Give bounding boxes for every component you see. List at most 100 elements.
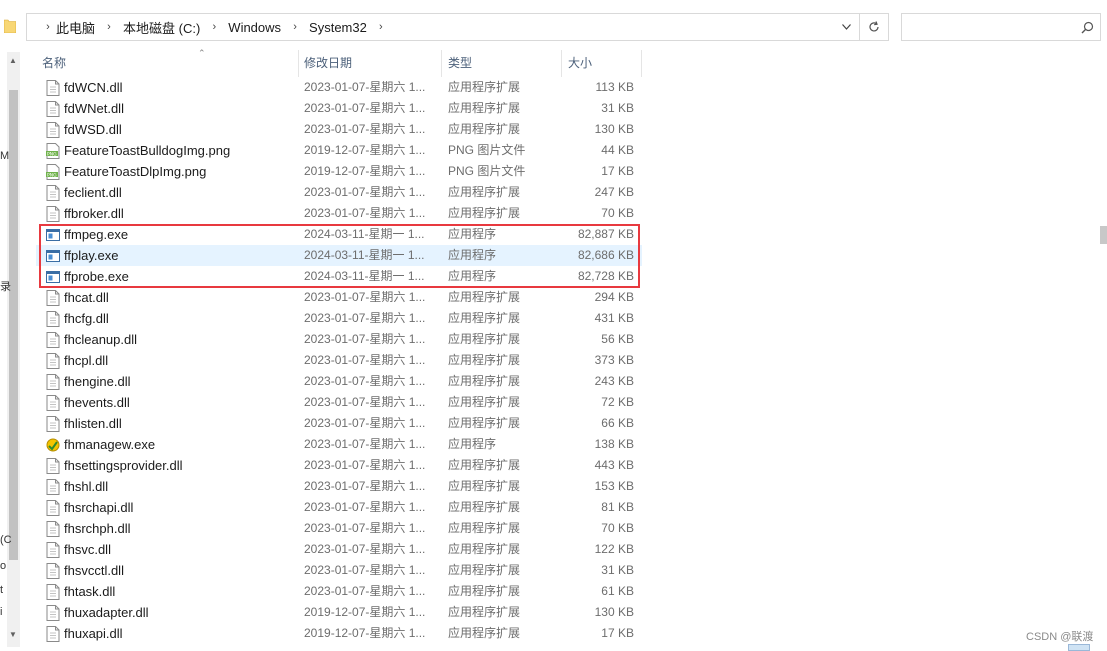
file-date: 2023-01-07-星期六 1... [304, 542, 426, 556]
file-size: 130 KB [594, 122, 634, 136]
file-row[interactable]: fhuxadapter.dll 2019-12-07-星期六 1... 应用程序扩展… [36, 602, 642, 623]
file-date: 2023-01-07-星期六 1... [304, 101, 426, 115]
file-row[interactable]: fhmanagew.exe 2023-01-07-星期六 1... 应用程序 138 … [36, 434, 642, 455]
file-row[interactable]: feclient.dll 2023-01-07-星期六 1... 应用程序扩展 247… [36, 182, 642, 203]
chevron-right-icon[interactable]: › [96, 21, 122, 33]
file-date: 2023-01-07-星期六 1... [304, 395, 426, 409]
nav-item-fragment[interactable]: o [0, 560, 6, 572]
chevron-right-icon[interactable]: › [282, 21, 308, 33]
file-date: 2023-01-07-星期六 1... [304, 416, 426, 430]
chevron-right-icon[interactable]: › [41, 21, 55, 33]
file-size: 243 KB [594, 374, 634, 388]
file-row[interactable]: fhsvcctl.dll 2023-01-07-星期六 1... 应用程序扩展 31 … [36, 560, 642, 581]
file-type: 应用程序扩展 [448, 416, 521, 430]
file-row[interactable]: PNG FeatureToastBulldogImg.png 2019-12-07-… [36, 140, 642, 161]
scroll-down-arrow-icon[interactable]: ▼ [9, 630, 17, 639]
file-row[interactable]: fhcleanup.dll 2023-01-07-星期六 1... 应用程序扩展 56… [36, 329, 642, 350]
file-date: 2019-12-07-星期六 1... [304, 626, 426, 640]
file-row[interactable]: fhsvc.dll 2023-01-07-星期六 1... 应用程序扩展 122 KB [36, 539, 642, 560]
file-row[interactable]: PNG FeatureToastDlpImg.png 2019-12-07-星期六 … [36, 161, 642, 182]
file-name: fhmanagew.exe [64, 437, 156, 452]
address-bar[interactable]: › 此电脑 › 本地磁盘 (C:) › Windows › System32 › [26, 13, 860, 41]
file-icon [46, 563, 60, 579]
nav-item-fragment[interactable]: (C [0, 534, 12, 546]
file-row[interactable]: fhcat.dll 2023-01-07-星期六 1... 应用程序扩展 294 KB [36, 287, 642, 308]
file-row[interactable]: fdWSD.dll 2023-01-07-星期六 1... 应用程序扩展 130 KB [36, 119, 642, 140]
address-history-button[interactable] [833, 14, 859, 40]
file-list-scrollbar-thumb[interactable] [1100, 226, 1107, 244]
search-icon [1081, 21, 1094, 34]
file-row[interactable]: ffbroker.dll 2023-01-07-星期六 1... 应用程序扩展 70 … [36, 203, 642, 224]
file-icon [46, 521, 60, 537]
file-type: 应用程序扩展 [448, 101, 521, 115]
column-divider[interactable] [641, 50, 642, 77]
file-type: 应用程序扩展 [448, 122, 521, 136]
file-row[interactable]: fhsrchph.dll 2023-01-07-星期六 1... 应用程序扩展 70 … [36, 518, 642, 539]
breadcrumb-item[interactable]: 本地磁盘 (C:) [122, 18, 201, 37]
file-row[interactable]: fhshl.dll 2023-01-07-星期六 1... 应用程序扩展 153 KB [36, 476, 642, 497]
png-icon: PNG [46, 143, 60, 159]
file-row[interactable]: fhsettingsprovider.dll 2023-01-07-星期六 1..… [36, 455, 642, 476]
file-row[interactable]: fhsrchapi.dll 2023-01-07-星期六 1... 应用程序扩展 81… [36, 497, 642, 518]
column-divider[interactable] [441, 50, 442, 77]
file-icon [46, 101, 60, 117]
column-header-size[interactable]: 大小 [568, 50, 592, 77]
file-name: fhengine.dll [64, 374, 131, 389]
file-size: 72 KB [601, 395, 634, 409]
file-size: 113 KB [595, 80, 634, 94]
view-toggle-button[interactable] [1068, 644, 1090, 651]
chevron-right-icon[interactable]: › [368, 21, 394, 33]
column-header-date[interactable]: 修改日期 [304, 50, 352, 77]
file-type: 应用程序扩展 [448, 521, 521, 535]
column-header-name[interactable]: 名称 [42, 50, 66, 77]
file-type: 应用程序 [448, 437, 497, 451]
file-date: 2019-12-07-星期六 1... [304, 143, 426, 157]
nav-scrollbar-thumb[interactable] [9, 90, 18, 560]
file-icon [46, 185, 60, 201]
scroll-up-arrow-icon[interactable]: ▲ [9, 56, 17, 65]
column-divider[interactable] [561, 50, 562, 77]
file-icon [46, 332, 60, 348]
file-name: fhcfg.dll [64, 311, 109, 326]
file-date: 2023-01-07-星期六 1... [304, 185, 426, 199]
file-row[interactable]: fhlisten.dll 2023-01-07-星期六 1... 应用程序扩展 66 … [36, 413, 642, 434]
file-type: 应用程序扩展 [448, 290, 521, 304]
file-icon [46, 584, 60, 600]
nav-item-fragment[interactable]: M [0, 150, 9, 162]
nav-item-fragment[interactable]: 录 [0, 278, 11, 294]
file-size: 443 KB [594, 458, 634, 472]
search-input[interactable] [901, 13, 1101, 41]
file-type: 应用程序扩展 [448, 332, 521, 346]
breadcrumb-item[interactable]: Windows [227, 20, 282, 35]
file-type: 应用程序扩展 [448, 458, 521, 472]
refresh-button[interactable] [859, 13, 889, 41]
png-icon: PNG [46, 164, 60, 180]
nav-item-fragment[interactable]: i [0, 606, 2, 618]
file-row[interactable]: fdWCN.dll 2023-01-07-星期六 1... 应用程序扩展 113 KB [36, 77, 642, 98]
chevron-right-icon[interactable]: › [201, 21, 227, 33]
file-row[interactable]: fhengine.dll 2023-01-07-星期六 1... 应用程序扩展 243… [36, 371, 642, 392]
file-list-scrollbar[interactable] [1098, 50, 1107, 651]
file-row[interactable]: fhcpl.dll 2023-01-07-星期六 1... 应用程序扩展 373 KB [36, 350, 642, 371]
breadcrumb-item[interactable]: 此电脑 [55, 18, 96, 37]
file-size: 31 KB [601, 563, 634, 577]
file-row[interactable]: fdWNet.dll 2023-01-07-星期六 1... 应用程序扩展 31 KB [36, 98, 642, 119]
file-name: fhsrchapi.dll [64, 500, 134, 515]
file-row[interactable]: fhcfg.dll 2023-01-07-星期六 1... 应用程序扩展 431 KB [36, 308, 642, 329]
file-name: fhcat.dll [64, 290, 109, 305]
column-header-type[interactable]: 类型 [448, 50, 472, 77]
file-row[interactable]: fhtask.dll 2023-01-07-星期六 1... 应用程序扩展 61 KB [36, 581, 642, 602]
file-size: 122 KB [594, 542, 634, 556]
nav-item-fragment[interactable]: t [0, 584, 3, 596]
column-divider[interactable] [298, 50, 299, 77]
file-name: fhcpl.dll [64, 353, 109, 368]
file-size: 138 KB [594, 437, 634, 451]
breadcrumb-item[interactable]: System32 [308, 20, 368, 35]
file-size: 153 KB [594, 479, 634, 493]
file-name: FeatureToastDlpImg.png [64, 164, 207, 179]
file-type: 应用程序扩展 [448, 374, 521, 388]
file-icon [46, 353, 60, 369]
file-name: fdWCN.dll [64, 80, 123, 95]
file-row[interactable]: fhuxapi.dll 2019-12-07-星期六 1... 应用程序扩展 17 K… [36, 623, 642, 644]
file-row[interactable]: fhevents.dll 2023-01-07-星期六 1... 应用程序扩展 72 … [36, 392, 642, 413]
